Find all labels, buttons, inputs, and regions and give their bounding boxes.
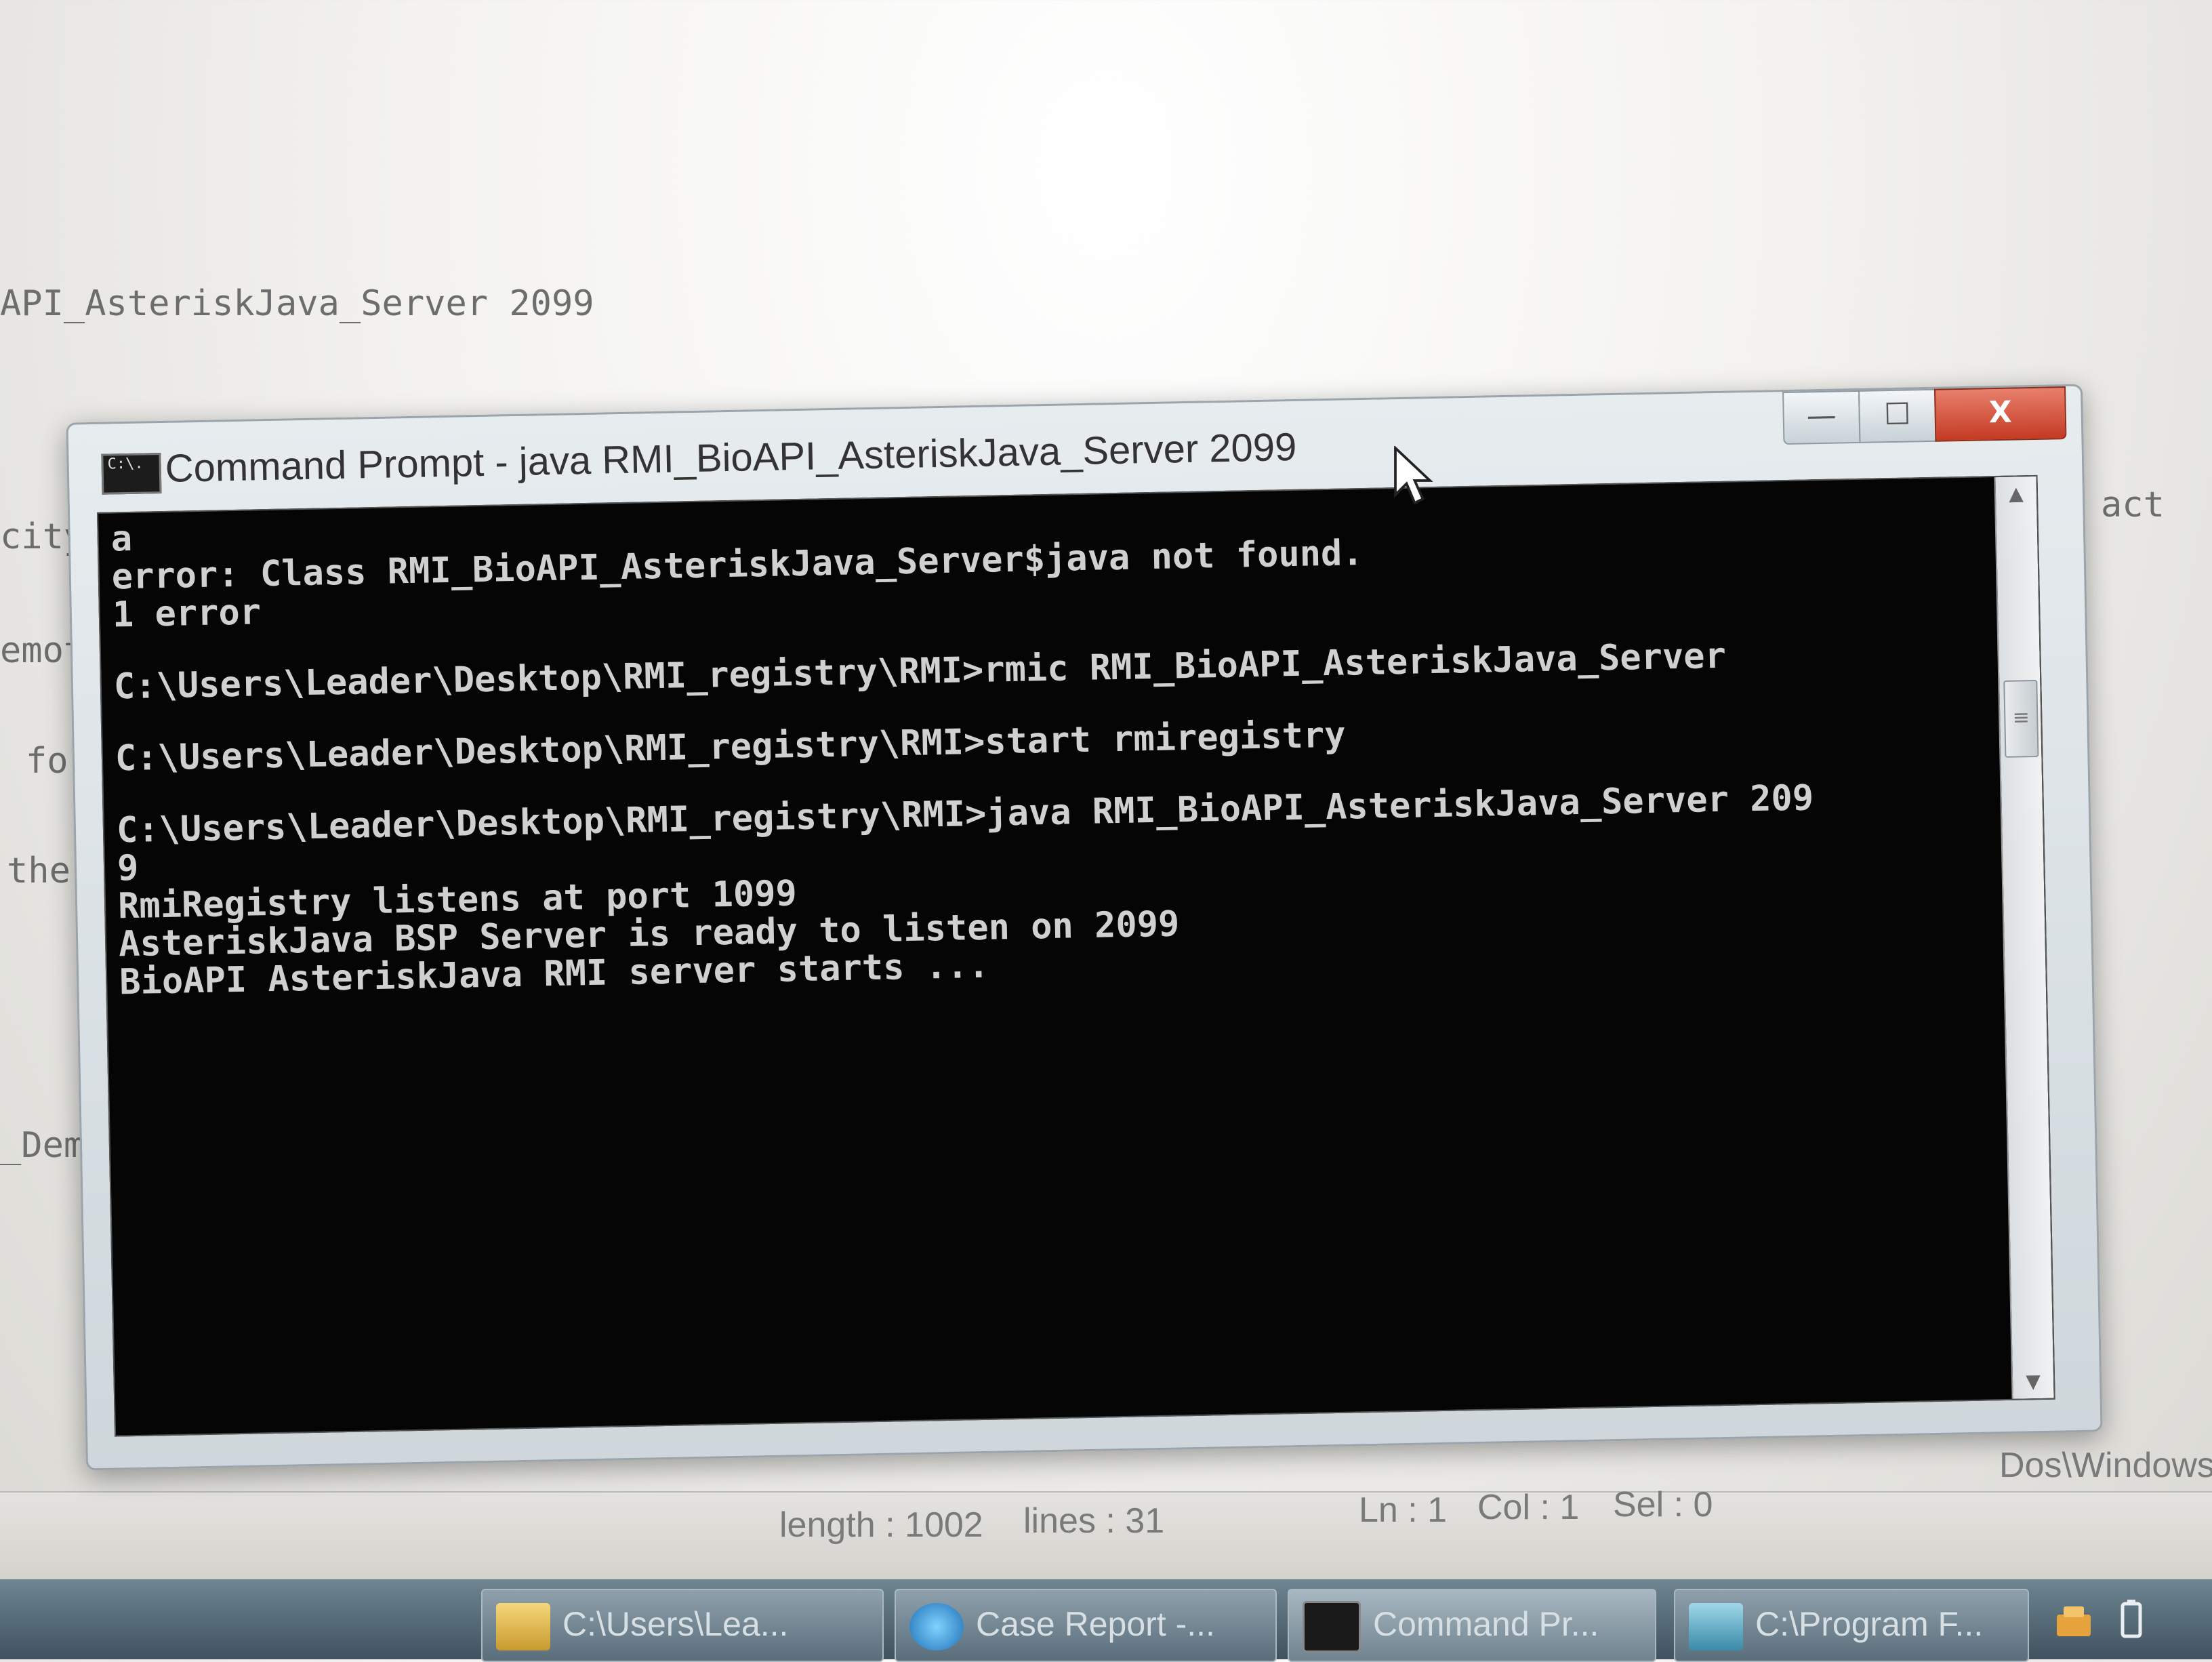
editor-icon bbox=[1689, 1602, 1743, 1650]
lines-indicator: lines : 31 bbox=[1023, 1501, 1165, 1541]
command-prompt-icon bbox=[1303, 1600, 1361, 1653]
close-button[interactable]: X bbox=[1933, 386, 2067, 442]
selection-indicator: Sel : 0 bbox=[1613, 1485, 1713, 1524]
editor-line: the bbox=[7, 851, 70, 891]
editor-line: act bbox=[2101, 485, 2165, 525]
scroll-up-arrow-icon[interactable]: ▲ bbox=[1996, 477, 2037, 511]
line-ending-mode: Dos\Windows bbox=[1999, 1446, 2212, 1485]
command-prompt-window[interactable]: C:\. Command Prompt - java RMI_BioAPI_As… bbox=[66, 384, 2103, 1471]
length-indicator: length : 1002 bbox=[779, 1505, 983, 1545]
mouse-cursor-icon bbox=[1394, 446, 1433, 505]
editor-line: API_AsteriskJava_Server 2099 bbox=[0, 283, 594, 324]
taskbar-button-label: C:\Users\Lea... bbox=[562, 1605, 789, 1643]
editor-status-bar: length : 1002 lines : 31 Ln : 1 Col : 1 … bbox=[0, 1446, 2212, 1587]
maximize-button[interactable]: ☐ bbox=[1858, 388, 1937, 443]
internet-explorer-icon bbox=[909, 1602, 964, 1650]
scroll-down-arrow-icon[interactable]: ▼ bbox=[2013, 1364, 2054, 1399]
taskbar: C:\Users\Lea... Case Report -... Command… bbox=[0, 1579, 2212, 1662]
network-icon[interactable] bbox=[2053, 1600, 2101, 1640]
minimize-button[interactable]: — bbox=[1782, 390, 1861, 445]
column-indicator: Col : 1 bbox=[1477, 1488, 1580, 1527]
taskbar-button-label: C:\Program F... bbox=[1755, 1605, 1984, 1643]
line-number-indicator: Ln : 1 bbox=[1359, 1491, 1448, 1530]
taskbar-button-label: Case Report -... bbox=[976, 1605, 1215, 1643]
vertical-scrollbar[interactable]: ▲ ≡ ▼ bbox=[1994, 476, 2054, 1399]
window-title: Command Prompt - java RMI_BioAPI_Asteris… bbox=[165, 424, 1297, 491]
console-text-area: a error: Class RMI_BioAPI_AsteriskJava_S… bbox=[110, 487, 1817, 1002]
command-prompt-icon: C:\. bbox=[101, 453, 162, 495]
taskbar-button-command-prompt[interactable]: Command Pr... bbox=[1288, 1589, 1656, 1662]
maximize-icon: ☐ bbox=[1883, 397, 1911, 432]
taskbar-button-case-report[interactable]: Case Report -... bbox=[895, 1589, 1277, 1662]
taskbar-button-label: Command Pr... bbox=[1373, 1605, 1599, 1643]
taskbar-button-explorer[interactable]: C:\Users\Lea... bbox=[481, 1589, 884, 1662]
scroll-thumb[interactable]: ≡ bbox=[2003, 679, 2039, 758]
taskbar-button-program-files[interactable]: C:\Program F... bbox=[1674, 1589, 2029, 1662]
battery-icon[interactable] bbox=[2114, 1600, 2148, 1640]
minimize-icon: — bbox=[1806, 398, 1837, 434]
close-icon: X bbox=[1988, 394, 2013, 430]
folder-icon bbox=[496, 1602, 550, 1650]
console-output[interactable]: a error: Class RMI_BioAPI_AsteriskJava_S… bbox=[96, 474, 2055, 1437]
